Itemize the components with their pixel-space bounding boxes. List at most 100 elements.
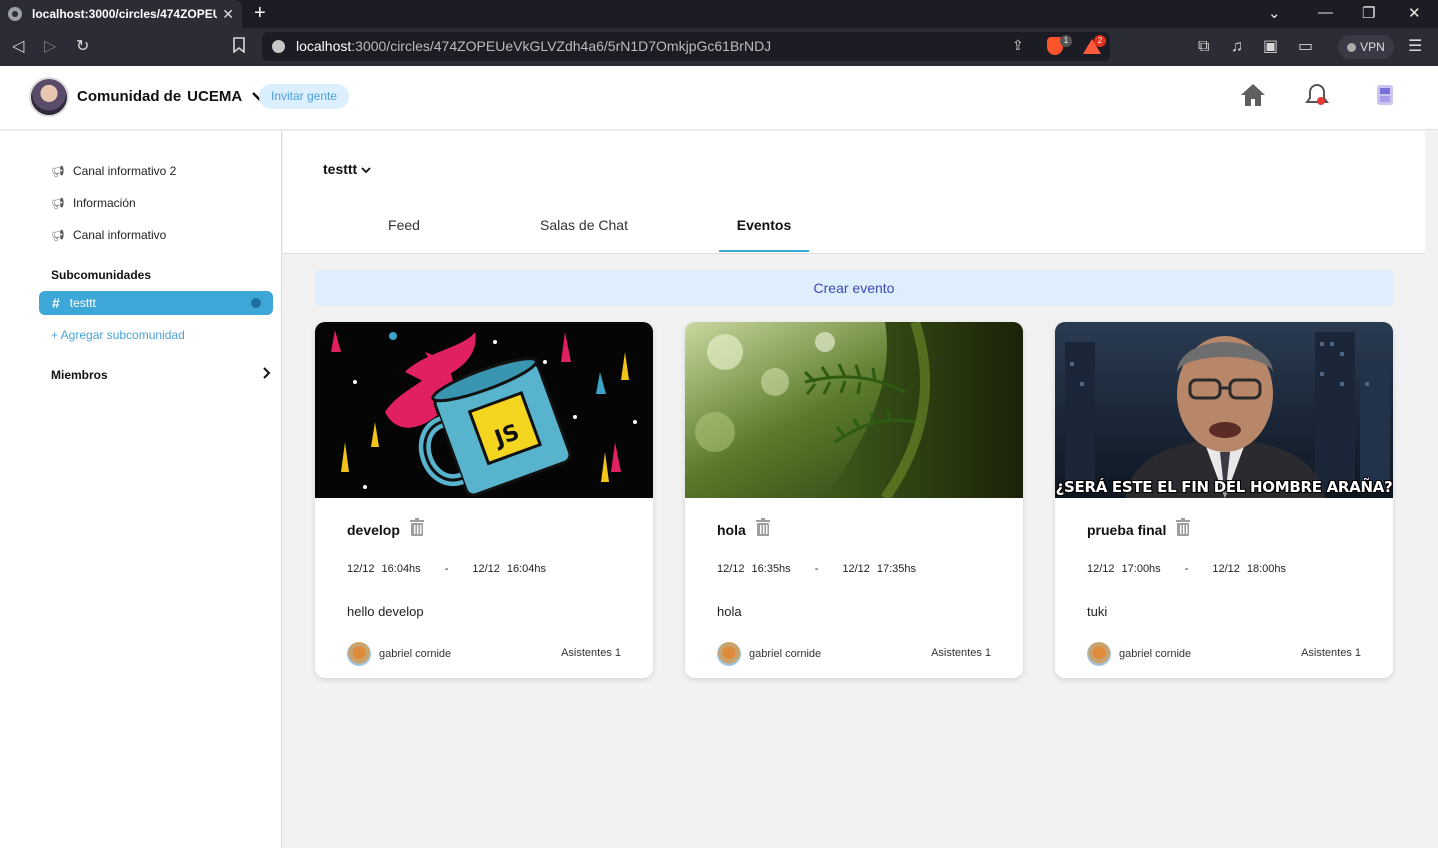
event-image-meme: ¿SERÁ ESTE EL FIN DEL HOMBRE ARAÑA? — [1055, 322, 1393, 498]
site-info-icon[interactable] — [272, 40, 285, 53]
subcommunity-label: testtt — [69, 296, 96, 310]
start-time: 17:00hs — [1121, 563, 1161, 575]
community-selector[interactable]: Comunidad de UCEMA — [77, 88, 267, 105]
event-author[interactable]: gabriel cornide — [347, 642, 451, 666]
date-separator: - — [1184, 563, 1189, 575]
trash-icon[interactable] — [1175, 518, 1191, 541]
hash-icon: # — [52, 295, 60, 311]
author-name: gabriel cornide — [749, 648, 822, 660]
community-prefix: Comunidad de — [77, 88, 182, 105]
end-day: 12/12 — [842, 563, 870, 575]
start-day: 12/12 — [1087, 563, 1115, 575]
bell-icon[interactable] — [1305, 82, 1329, 113]
sidebar-item-canal-informativo[interactable]: 📢︎ Canal informativo — [51, 228, 166, 242]
event-description: hello develop — [347, 604, 424, 619]
chevron-down-icon — [361, 161, 371, 177]
event-name: develop — [347, 522, 400, 538]
channel-header-panel: testtt Feed Salas de Chat Eventos — [283, 131, 1425, 254]
end-time: 18:00hs — [1246, 563, 1287, 575]
author-name: gabriel cornide — [379, 648, 452, 660]
avatar — [717, 642, 741, 666]
share-icon[interactable]: ⇪ — [1012, 37, 1024, 54]
image-caption: ¿SERÁ ESTE EL FIN DEL HOMBRE ARAÑA? — [1055, 478, 1393, 496]
megaphone-icon: 📢︎ — [51, 229, 65, 242]
event-author[interactable]: gabriel cornide — [1087, 642, 1191, 666]
rewards-count-badge: 2 — [1094, 35, 1106, 47]
event-name: hola — [717, 522, 746, 538]
event-card[interactable]: hola 12/12 16:35hs - 12/12 17:35hs hola … — [685, 322, 1023, 678]
vpn-status-icon — [1347, 42, 1357, 52]
sidebar-item-informacion[interactable]: 📢︎ Información — [51, 196, 136, 210]
create-event-button[interactable]: Crear evento — [315, 270, 1393, 306]
vpn-button[interactable]: VPN — [1338, 35, 1394, 59]
end-time: 17:35hs — [876, 563, 917, 575]
browser-tab[interactable]: localhost:3000/circles/474ZOPEU ✕ — [0, 0, 242, 28]
subcommunity-item-testtt[interactable]: # testtt — [39, 291, 273, 315]
wallet-icon[interactable]: ▭ — [1298, 37, 1313, 57]
tab-salas-de-chat[interactable]: Salas de Chat — [494, 217, 674, 233]
profile-icon[interactable] — [1374, 82, 1396, 113]
attendees-count: Asistentes 1 — [561, 647, 621, 659]
chevron-right-icon — [263, 366, 271, 382]
start-time: 16:35hs — [751, 563, 791, 575]
bookmark-icon[interactable] — [233, 37, 245, 59]
extensions-icon[interactable]: ⧉ — [1198, 37, 1209, 57]
trash-icon[interactable] — [409, 518, 425, 541]
new-tab-button[interactable]: + — [254, 2, 266, 25]
tab-feed[interactable]: Feed — [314, 217, 494, 233]
shields-count-badge: 1 — [1060, 35, 1072, 47]
add-subcommunity-link[interactable]: + Agregar subcomunidad — [51, 328, 185, 342]
invite-button[interactable]: Invitar gente — [259, 84, 350, 109]
maximize-icon[interactable]: ❐ — [1362, 4, 1375, 22]
browser-toolbar: ◁ ▷ ↻ localhost:3000/circles/474ZOPEUeVk… — [0, 28, 1438, 66]
reload-icon[interactable]: ↻ — [76, 37, 89, 57]
end-time: 16:04hs — [506, 563, 547, 575]
subcommunities-heading: Subcomunidades — [51, 268, 152, 282]
globe-icon — [8, 7, 22, 21]
event-card[interactable]: ¿SERÁ ESTE EL FIN DEL HOMBRE ARAÑA? prue… — [1055, 322, 1393, 678]
app-header: Comunidad de UCEMA Invitar gente — [0, 66, 1438, 130]
event-author[interactable]: gabriel cornide — [717, 642, 821, 666]
event-dates: 12/12 16:35hs - 12/12 17:35hs — [717, 563, 997, 575]
event-image-forest — [685, 322, 1023, 498]
start-time: 16:04hs — [381, 563, 421, 575]
attendees-count: Asistentes 1 — [931, 647, 991, 659]
tab-eventos[interactable]: Eventos — [674, 217, 854, 233]
music-icon[interactable]: ♫ — [1231, 37, 1243, 57]
event-name: prueba final — [1087, 522, 1167, 538]
attendees-count: Asistentes 1 — [1301, 647, 1361, 659]
megaphone-icon: 📢︎ — [51, 165, 65, 178]
active-tab-indicator — [719, 250, 809, 252]
sidebar-item-canal-informativo-2[interactable]: 📢︎ Canal informativo 2 — [51, 164, 176, 178]
event-dates: 12/12 16:04hs - 12/12 16:04hs — [347, 563, 627, 575]
sidebar-item-label: Canal informativo — [72, 228, 167, 242]
sidebar-item-label: Canal informativo 2 — [72, 164, 177, 178]
tab-list-chevron-icon[interactable]: ⌄ — [1268, 4, 1281, 22]
minimize-icon[interactable]: — — [1318, 4, 1333, 21]
members-label: Miembros — [51, 368, 108, 382]
vpn-label: VPN — [1360, 40, 1385, 54]
home-icon[interactable] — [1240, 82, 1266, 113]
back-icon[interactable]: ◁ — [12, 37, 24, 57]
date-separator: - — [814, 563, 819, 575]
sidebar-toggle-icon[interactable]: ▣ — [1263, 37, 1278, 57]
address-bar[interactable]: localhost:3000/circles/474ZOPEUeVkGLVZdh… — [262, 32, 1110, 61]
status-dot — [251, 298, 261, 308]
close-tab-icon[interactable]: ✕ — [222, 6, 234, 23]
forward-icon[interactable]: ▷ — [44, 37, 56, 57]
tab-title: localhost:3000/circles/474ZOPEU — [32, 7, 217, 21]
channel-selector[interactable]: testtt — [323, 161, 371, 177]
event-card[interactable]: JS develop 12/12 16:04hs - 12/12 16:04hs… — [315, 322, 653, 678]
end-day: 12/12 — [1212, 563, 1240, 575]
url-text[interactable]: localhost:3000/circles/474ZOPEUeVkGLVZdh… — [296, 38, 771, 54]
community-name: UCEMA — [187, 88, 243, 105]
end-day: 12/12 — [472, 563, 500, 575]
avatar — [347, 642, 371, 666]
trash-icon[interactable] — [755, 518, 771, 541]
author-name: gabriel cornide — [1119, 648, 1192, 660]
menu-icon[interactable]: ☰ — [1408, 37, 1422, 57]
sidebar: 📢︎ Canal informativo 2 📢︎ Información 📢︎… — [0, 131, 282, 848]
close-window-icon[interactable]: ✕ — [1408, 4, 1421, 22]
community-avatar[interactable] — [29, 77, 69, 117]
members-section[interactable]: Miembros — [51, 366, 273, 382]
